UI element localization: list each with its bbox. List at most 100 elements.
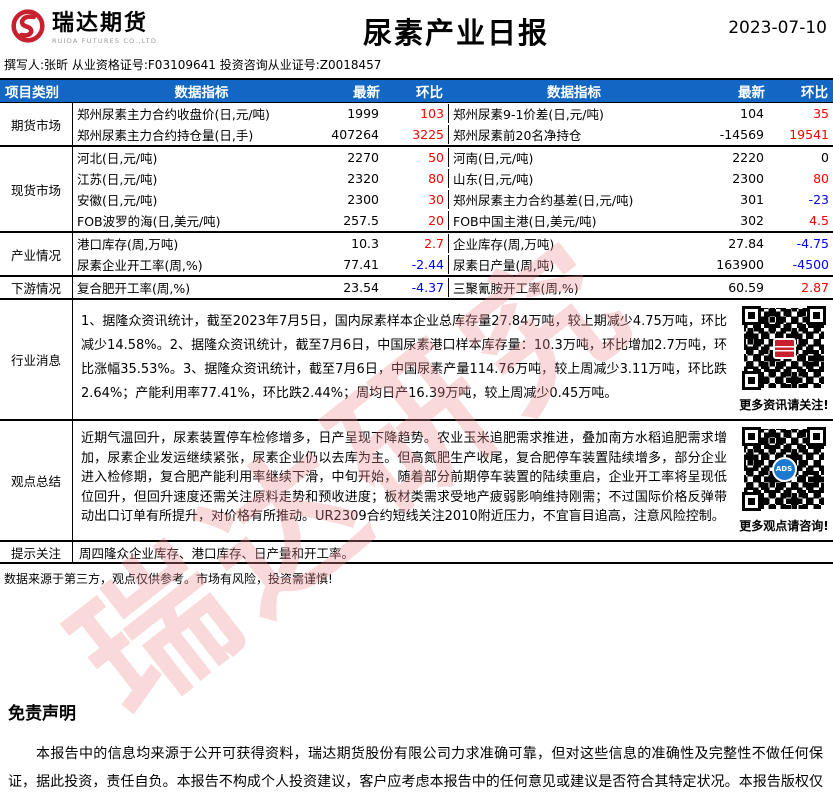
latest-value: 163900 — [716, 257, 764, 272]
indicator-label: 安徽(日,元/吨) — [77, 193, 158, 208]
change-value: 30 — [428, 192, 444, 207]
indicator-label: FOB波罗的海(日,美元/吨) — [77, 214, 221, 229]
change-value: -2.44 — [411, 257, 444, 272]
disclaimer-section: 免责声明 本报告中的信息均来源于公开可获得资料，瑞达期货股份有限公司力求准确可靠… — [0, 699, 833, 798]
category-label: 期货市场 — [0, 103, 73, 145]
indicator-label: 郑州尿素主力合约基差(日,元/吨) — [448, 190, 700, 209]
author-line: 撰写人:张昕 从业资格证号:F03109641 投资咨询从业证号:Z001845… — [0, 52, 833, 80]
group-industry-status: 产业情况 港口库存(周,万吨) 10.3 2.7 企业库存(周,万吨) 27.8… — [0, 233, 833, 277]
category-label: 观点总结 — [0, 421, 73, 540]
table-row: 江苏(日,元/吨) 2320 80 山东(日,元/吨) 2300 80 — [73, 168, 833, 189]
ruida-logo-icon — [10, 8, 46, 48]
column-header-change: 环比 — [801, 85, 828, 101]
group-futures-market: 期货市场 郑州尿素主力合约收盘价(日,元/吨) 1999 103 郑州尿素9-1… — [0, 103, 833, 147]
indicator-label: 江苏(日,元/吨) — [77, 172, 158, 187]
category-label: 提示关注 — [0, 542, 73, 562]
latest-value: 77.41 — [343, 257, 379, 272]
latest-value: 2270 — [347, 150, 379, 165]
section-viewpoint-summary: 观点总结 近期气温回升，尿素装置停车检修增多，日产呈现下降趋势。农业玉米追肥需求… — [0, 421, 833, 542]
category-label: 产业情况 — [0, 233, 73, 275]
latest-value: 1999 — [347, 106, 379, 121]
company-name: 瑞达期货 — [52, 10, 149, 36]
change-value: 80 — [813, 171, 829, 186]
indicator-label: 港口库存(周,万吨) — [77, 237, 179, 252]
report-page: 瑞达研究 瑞达期货 RUIDA FUTURES CO.,LTD. 尿素产业日报 … — [0, 0, 833, 798]
change-value: -4500 — [792, 257, 829, 272]
indicator-label: 企业库存(周,万吨) — [448, 234, 700, 253]
qr-caption: 更多观点请咨询! — [739, 519, 829, 533]
section-industry-news: 行业消息 1、据隆众资讯统计，截至2023年7月5日，国内尿素样本企业总库存量2… — [0, 300, 833, 421]
indicator-label: 尿素日产量(周,吨) — [448, 255, 700, 274]
viewpoint-text: 近期气温回升，尿素装置停车检修增多，日产呈现下降趋势。农业玉米追肥需求推进，叠加… — [81, 431, 727, 524]
indicator-label: 尿素企业开工率(周,%) — [77, 258, 203, 273]
table-row: FOB波罗的海(日,美元/吨) 257.5 20 FOB中国主港(日,美元/吨)… — [73, 210, 833, 231]
change-value: 35 — [813, 106, 829, 121]
column-header-category: 项目类别 — [5, 85, 59, 101]
company-name-en: RUIDA FUTURES CO.,LTD. — [52, 36, 161, 45]
column-header-change: 环比 — [416, 85, 443, 101]
change-value: 80 — [428, 171, 444, 186]
latest-value: 2220 — [732, 150, 764, 165]
indicator-label: 郑州尿素主力合约持仓量(日,手) — [77, 128, 254, 143]
indicator-label: 河南(日,元/吨) — [448, 148, 700, 167]
latest-value: 2320 — [347, 171, 379, 186]
reminder-text: 周四隆众企业库存、港口库存、日产量和开工率。 — [79, 545, 355, 561]
qr-center-logo-blue: ADS — [771, 456, 797, 482]
indicator-label: 山东(日,元/吨) — [448, 169, 700, 188]
indicator-label: 复合肥开工率(周,%) — [77, 281, 191, 296]
latest-value: 2300 — [347, 192, 379, 207]
report-header: 瑞达期货 RUIDA FUTURES CO.,LTD. 尿素产业日报 2023-… — [0, 0, 833, 52]
latest-value: 60.59 — [728, 280, 764, 295]
latest-value: 407264 — [331, 127, 379, 142]
table-row: 港口库存(周,万吨) 10.3 2.7 企业库存(周,万吨) 27.84 -4.… — [73, 233, 833, 254]
change-value: -4.75 — [796, 236, 829, 251]
latest-value: 257.5 — [343, 213, 379, 228]
indicator-label: 郑州尿素9-1价差(日,元/吨) — [448, 104, 700, 123]
table-row: 河北(日,元/吨) 2270 50 河南(日,元/吨) 2220 0 — [73, 147, 833, 168]
indicator-label: 三聚氰胺开工率(周,%) — [448, 278, 700, 297]
indicator-label: 郑州尿素前20名净持仓 — [448, 125, 700, 144]
table-row: 郑州尿素主力合约持仓量(日,手) 407264 3225 郑州尿素前20名净持仓… — [73, 124, 833, 145]
latest-value: 10.3 — [351, 236, 379, 251]
news-qr-code — [742, 306, 826, 390]
change-value: 2.87 — [801, 280, 829, 295]
column-header-latest: 最新 — [738, 85, 765, 101]
change-value: 2.7 — [424, 236, 444, 251]
latest-value: 301 — [740, 192, 764, 207]
change-value: 20 — [428, 213, 444, 228]
industry-news-text: 1、据隆众资讯统计，截至2023年7月5日，国内尿素样本企业总库存量27.84万… — [81, 314, 727, 401]
change-value: 3225 — [412, 127, 444, 142]
table-header-row: 项目类别 数据指标 最新 环比 数据指标 最新 环比 — [0, 80, 833, 103]
change-value: 0 — [821, 150, 829, 165]
table-row: 安徽(日,元/吨) 2300 30 郑州尿素主力合约基差(日,元/吨) 301 … — [73, 189, 833, 210]
section-reminder: 提示关注 周四隆众企业库存、港口库存、日产量和开工率。 — [0, 542, 833, 564]
page-title: 尿素产业日报 — [362, 16, 549, 50]
data-source-note: 数据来源于第三方，观点仅供参考。市场有风险，投资需谨慎! — [4, 572, 333, 586]
change-value: 4.5 — [809, 213, 829, 228]
change-value: -4.37 — [411, 280, 444, 295]
change-value: 103 — [420, 106, 444, 121]
table-row: 尿素企业开工率(周,%) 77.41 -2.44 尿素日产量(周,吨) 1639… — [73, 254, 833, 275]
disclaimer-body: 本报告中的信息均来源于公开可获得资料，瑞达期货股份有限公司力求准确可靠，但对这些… — [8, 746, 823, 790]
qr-caption: 更多资讯请关注! — [739, 398, 829, 412]
company-logo: 瑞达期货 RUIDA FUTURES CO.,LTD. — [10, 8, 205, 48]
category-label: 行业消息 — [0, 300, 73, 419]
table-row: 复合肥开工率(周,%) 23.54 -4.37 三聚氰胺开工率(周,%) 60.… — [73, 277, 833, 298]
column-header-indicator: 数据指标 — [174, 85, 229, 101]
category-label: 现货市场 — [0, 147, 73, 231]
latest-value: 104 — [740, 106, 764, 121]
latest-value: 23.54 — [343, 280, 379, 295]
group-downstream-status: 下游情况 复合肥开工率(周,%) 23.54 -4.37 三聚氰胺开工率(周,%… — [0, 277, 833, 300]
viewpoint-qr-code: ADS — [742, 427, 826, 511]
latest-value: 2300 — [732, 171, 764, 186]
column-header-latest: 最新 — [353, 85, 380, 101]
change-value: 19541 — [789, 127, 829, 142]
table-row: 郑州尿素主力合约收盘价(日,元/吨) 1999 103 郑州尿素9-1价差(日,… — [73, 103, 833, 124]
change-value: 50 — [428, 150, 444, 165]
indicator-label: 河北(日,元/吨) — [77, 151, 158, 166]
group-spot-market: 现货市场 河北(日,元/吨) 2270 50 河南(日,元/吨) 2220 0 … — [0, 147, 833, 233]
qr-center-logo-red — [772, 337, 796, 359]
change-value: -23 — [808, 192, 829, 207]
column-header-indicator: 数据指标 — [547, 85, 601, 101]
indicator-label: FOB中国主港(日,美元/吨) — [448, 211, 700, 230]
